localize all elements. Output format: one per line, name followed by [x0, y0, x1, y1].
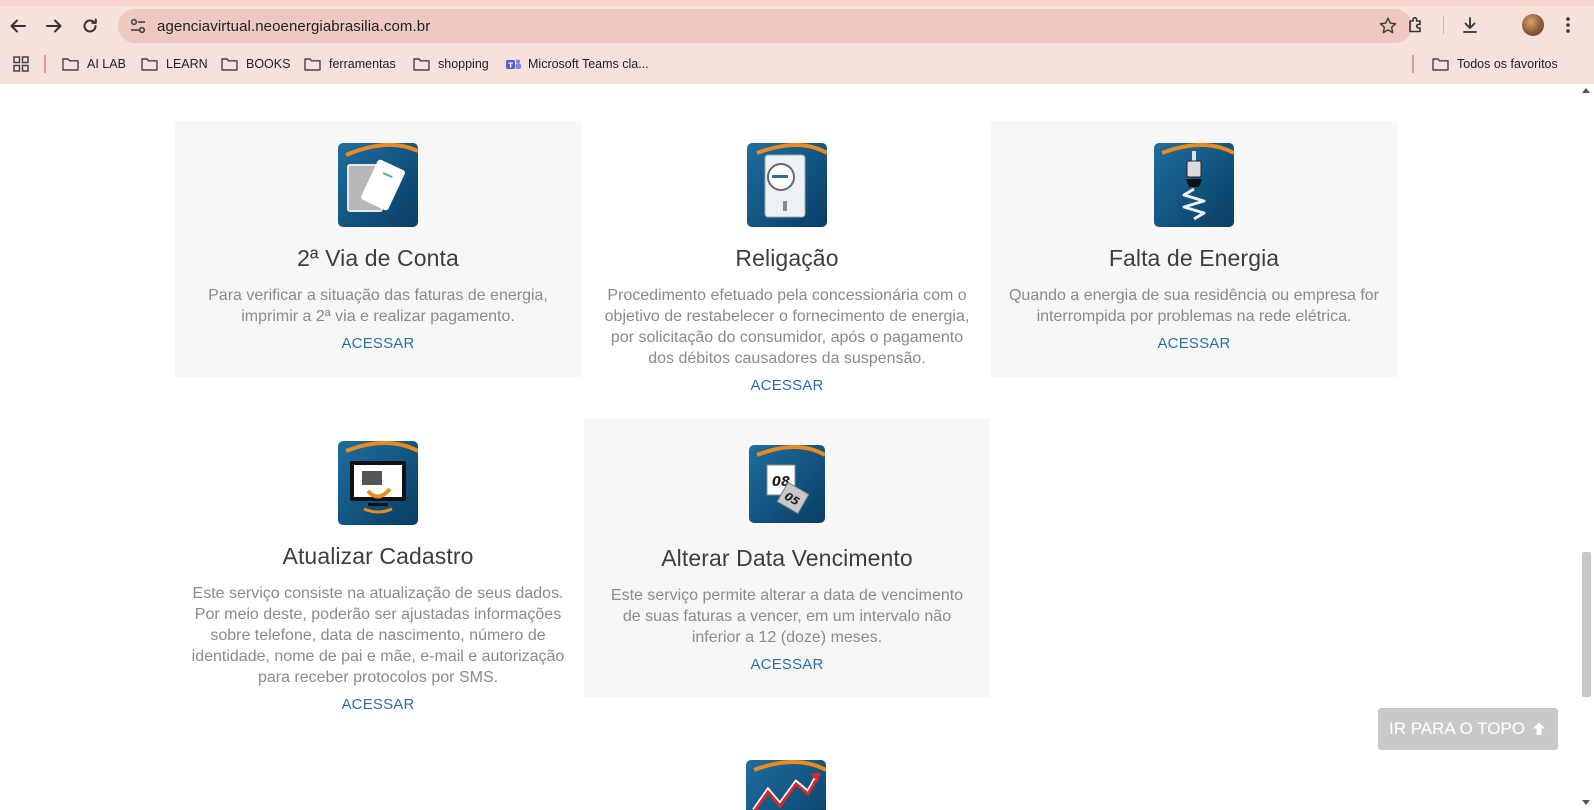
service-description: Este serviço permite alterar a data de v… [610, 587, 964, 646]
downloads-button[interactable] [1458, 13, 1482, 37]
folder-icon [141, 58, 158, 71]
bill-card-icon [338, 142, 419, 227]
forward-button[interactable] [40, 12, 68, 40]
service-card-falta-energia: Falta de Energia Quando a energia de sua… [991, 121, 1397, 377]
scroll-up-arrow-icon[interactable] [1582, 88, 1590, 93]
folder-icon [304, 58, 321, 71]
access-link[interactable]: ACESSAR [341, 696, 414, 713]
scrollbar-thumb[interactable] [1582, 552, 1591, 697]
folder-icon [1432, 58, 1449, 71]
access-link[interactable]: ACESSAR [1157, 335, 1230, 352]
bookmark-label: shopping [438, 57, 489, 71]
service-description: Para verificar a situação das faturas de… [208, 287, 548, 325]
back-to-top-button[interactable]: IR PARA O TOPO [1378, 708, 1558, 750]
bookmark-microsoft-teams[interactable]: T Microsoft Teams cla... [505, 53, 649, 75]
update-registration-icon [338, 441, 419, 525]
bookmark-star-icon[interactable] [1378, 16, 1398, 36]
power-outage-icon [1154, 143, 1235, 227]
puzzle-icon [1409, 16, 1421, 33]
back-to-top-label: IR PARA O TOPO [1388, 719, 1526, 738]
address-bar[interactable]: agenciavirtual.neoenergiabrasilia.com.br [118, 9, 1412, 43]
reload-button[interactable] [76, 12, 104, 40]
folder-icon [62, 58, 79, 71]
back-button[interactable] [4, 12, 32, 40]
bookmarks-separator [1412, 55, 1414, 73]
bookmark-learn[interactable]: LEARN [141, 53, 208, 75]
extensions-button[interactable] [1404, 13, 1428, 37]
calendar-change-icon: 08 05 [749, 445, 826, 523]
profile-avatar[interactable] [1522, 14, 1544, 36]
arrow-up-icon [1533, 722, 1546, 735]
electric-meter-icon [747, 143, 828, 227]
service-card-atualizar-cadastro: Atualizar Cadastro Este serviço consiste… [175, 419, 581, 719]
bookmark-label: BOOKS [246, 57, 291, 71]
bookmarks-separator [44, 55, 46, 73]
page-scrollbar[interactable] [1578, 84, 1594, 810]
arrow-right-icon [46, 19, 62, 33]
access-link[interactable]: ACESSAR [750, 656, 823, 673]
bookmark-ai-lab[interactable]: AI LAB [62, 53, 126, 75]
teams-icon: T [506, 59, 521, 69]
svg-text:T: T [508, 61, 513, 69]
service-title: Alterar Data Vencimento [661, 545, 913, 571]
all-bookmarks-label: Todos os favoritos [1457, 57, 1558, 71]
growth-chart-icon [746, 760, 826, 810]
download-icon [1463, 17, 1477, 33]
site-settings-icon[interactable] [128, 16, 148, 36]
bookmark-label: ferramentas [329, 57, 396, 71]
access-link[interactable]: ACESSAR [341, 335, 414, 352]
folder-icon [413, 58, 430, 71]
url-text[interactable]: agenciavirtual.neoenergiabrasilia.com.br [157, 18, 430, 35]
tab-strip-edge [0, 0, 1594, 6]
service-description: Quando a energia de sua residência ou em… [1008, 287, 1379, 325]
service-description: Procedimento efetuado pela concessionári… [604, 287, 970, 367]
apps-grid-icon[interactable] [12, 55, 30, 73]
access-link[interactable]: ACESSAR [750, 377, 823, 394]
service-title: Religação [735, 245, 839, 271]
service-title: 2ª Via de Conta [297, 245, 459, 271]
bookmark-books[interactable]: BOOKS [221, 53, 290, 75]
all-bookmarks-folder[interactable]: Todos os favoritos [1432, 53, 1558, 75]
toolbar-separator [1443, 16, 1444, 34]
folder-icon [221, 58, 238, 71]
arrow-left-icon [10, 19, 26, 33]
browser-menu-button[interactable] [1556, 13, 1580, 37]
service-card-2a-via: 2ª Via de Conta Para verificar a situaçã… [175, 121, 581, 377]
bookmark-label: Microsoft Teams cla... [528, 57, 649, 71]
bookmark-ferramentas[interactable]: ferramentas [304, 53, 396, 75]
service-card-alterar-data: 08 05 Alterar Data Vencimento Este servi… [584, 419, 990, 697]
reload-icon [83, 18, 97, 33]
bookmark-shopping[interactable]: shopping [413, 53, 489, 75]
service-description: Este serviço consiste na atualização de … [191, 585, 565, 686]
more-vert-icon [1566, 17, 1570, 33]
service-card-religacao: Religação Procedimento efetuado pela con… [584, 121, 990, 411]
service-title: Atualizar Cadastro [282, 543, 474, 569]
scroll-down-arrow-icon[interactable] [1582, 800, 1590, 805]
bookmark-label: AI LAB [87, 57, 126, 71]
bookmark-label: LEARN [166, 57, 208, 71]
service-title: Falta de Energia [1108, 245, 1280, 271]
